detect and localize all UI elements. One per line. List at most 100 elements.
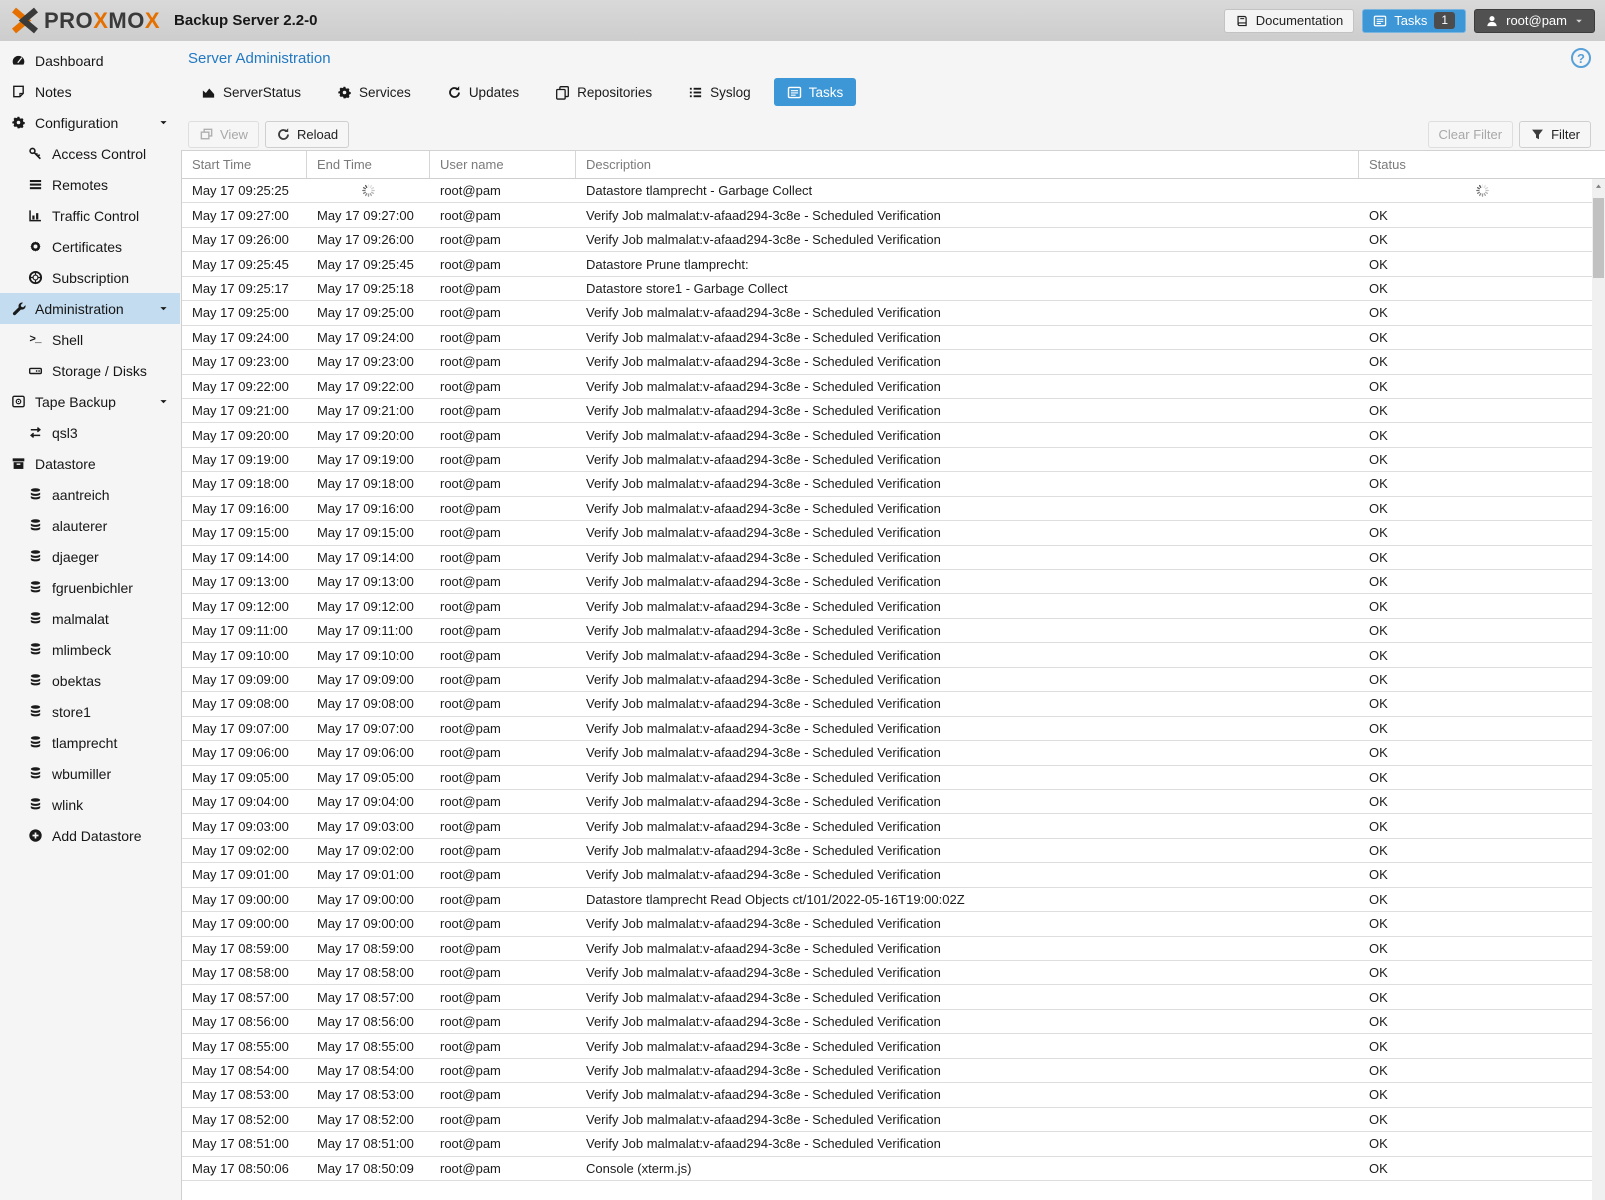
table-row[interactable]: May 17 09:02:00 May 17 09:02:00 root@pam Ve… — [182, 839, 1605, 864]
sidebar-item-dashboard[interactable]: Dashboard — [0, 45, 180, 76]
table-row[interactable]: May 17 08:58:00 May 17 08:58:00 root@pam Ve… — [182, 961, 1605, 986]
table-row[interactable]: May 17 09:22:00 May 17 09:22:00 root@pam Ve… — [182, 375, 1605, 399]
table-row[interactable]: May 17 09:12:00 May 17 09:12:00 root@pam Ve… — [182, 594, 1605, 619]
column-header-end-time[interactable]: End Time — [307, 151, 430, 178]
cell-description: Verify Job malmalat:v-afaad294-3c8e - Sc… — [586, 916, 941, 932]
sidebar-item-store1[interactable]: store1 — [0, 696, 180, 727]
sidebar-item-traffic-control[interactable]: Traffic Control — [0, 200, 180, 231]
sidebar-item-configuration[interactable]: Configuration — [0, 107, 180, 138]
sidebar-item-certificates[interactable]: Certificates — [0, 231, 180, 262]
table-row[interactable]: May 17 08:51:00 May 17 08:51:00 root@pam Ve… — [182, 1132, 1605, 1157]
sidebar-item-wbumiller[interactable]: wbumiller — [0, 758, 180, 789]
table-row[interactable]: May 17 09:13:00 May 17 09:13:00 root@pam Ve… — [182, 570, 1605, 595]
cell-user-name: root@pam — [440, 329, 501, 345]
column-header-description[interactable]: Description — [576, 151, 1359, 178]
table-row[interactable]: May 17 08:53:00 May 17 08:53:00 root@pam Ve… — [182, 1083, 1605, 1108]
help-button[interactable]: ? — [1571, 48, 1591, 68]
table-row[interactable]: May 17 08:54:00 May 17 08:54:00 root@pam Ve… — [182, 1059, 1605, 1084]
table-row[interactable]: May 17 09:08:00 May 17 09:08:00 root@pam Ve… — [182, 692, 1605, 717]
sidebar-item-label: Access Control — [52, 145, 147, 162]
table-row[interactable]: May 17 08:56:00 May 17 08:56:00 root@pam Ve… — [182, 1010, 1605, 1035]
table-row[interactable]: May 17 08:57:00 May 17 08:57:00 root@pam Ve… — [182, 985, 1605, 1010]
table-row[interactable]: May 17 09:20:00 May 17 09:20:00 root@pam Ve… — [182, 423, 1605, 448]
sidebar-item-tlamprecht[interactable]: tlamprecht — [0, 727, 180, 758]
tasks-button[interactable]: Tasks 1 — [1362, 8, 1467, 33]
vertical-scrollbar[interactable] — [1592, 179, 1605, 1200]
filter-button[interactable]: Filter — [1519, 121, 1591, 148]
column-header-start-time[interactable]: Start Time — [182, 151, 307, 178]
tab-services[interactable]: Services — [324, 78, 424, 106]
chevron-down-icon[interactable] — [153, 303, 173, 314]
cell-status: OK — [1369, 1014, 1388, 1030]
table-row[interactable]: May 17 09:24:00 May 17 09:24:00 root@pam Ve… — [182, 326, 1605, 351]
view-button[interactable]: View — [188, 121, 259, 148]
tab-updates[interactable]: Updates — [434, 78, 532, 106]
tab-repositories[interactable]: Repositories — [542, 78, 665, 106]
table-row[interactable]: May 17 09:23:00 May 17 09:23:00 root@pam Ve… — [182, 350, 1605, 375]
table-row[interactable]: May 17 09:04:00 May 17 09:04:00 root@pam Ve… — [182, 790, 1605, 815]
sidebar-item-mlimbeck[interactable]: mlimbeck — [0, 634, 180, 665]
table-row[interactable]: May 17 08:50:06 May 17 08:50:09 root@pam Co… — [182, 1157, 1605, 1181]
table-row[interactable]: May 17 09:25:45 May 17 09:25:45 root@pam Da… — [182, 252, 1605, 277]
table-row[interactable]: May 17 08:55:00 May 17 08:55:00 root@pam Ve… — [182, 1034, 1605, 1059]
sidebar-item-access-control[interactable]: Access Control — [0, 138, 180, 169]
cell-user-name: root@pam — [440, 891, 501, 907]
table-row[interactable]: May 17 09:27:00 May 17 09:27:00 root@pam Ve… — [182, 203, 1605, 228]
sidebar-item-datastore[interactable]: Datastore — [0, 448, 180, 479]
user-menu-button[interactable]: root@pam — [1474, 8, 1595, 33]
tab-syslog[interactable]: Syslog — [675, 78, 764, 106]
table-row[interactable]: May 17 09:01:00 May 17 09:01:00 root@pam Ve… — [182, 863, 1605, 888]
table-row[interactable]: May 17 09:05:00 May 17 09:05:00 root@pam Ve… — [182, 766, 1605, 790]
cell-start-time: May 17 09:10:00 — [192, 647, 289, 663]
table-row[interactable]: May 17 09:06:00 May 17 09:06:00 root@pam Ve… — [182, 741, 1605, 766]
sidebar-item-storage-disks[interactable]: Storage / Disks — [0, 355, 180, 386]
table-row[interactable]: May 17 09:00:00 May 17 09:00:00 root@pam Ve… — [182, 912, 1605, 937]
sidebar-item-shell[interactable]: >_ Shell — [0, 324, 180, 355]
sidebar-item-subscription[interactable]: Subscription — [0, 262, 180, 293]
table-row[interactable]: May 17 09:25:25 root@pam Datastore tlampre… — [182, 179, 1605, 204]
column-header-status[interactable]: Status — [1359, 151, 1605, 178]
sidebar-item-remotes[interactable]: Remotes — [0, 169, 180, 200]
table-row[interactable]: May 17 09:18:00 May 17 09:18:00 root@pam Ve… — [182, 472, 1605, 497]
scroll-up-arrow-icon[interactable] — [1592, 179, 1605, 194]
documentation-button[interactable]: Documentation — [1223, 8, 1355, 33]
sidebar-item-wlink[interactable]: wlink — [0, 789, 180, 820]
table-row[interactable]: May 17 09:07:00 May 17 09:07:00 root@pam Ve… — [182, 717, 1605, 742]
sidebar-item-obektas[interactable]: obektas — [0, 665, 180, 696]
table-row[interactable]: May 17 09:19:00 May 17 09:19:00 root@pam Ve… — [182, 448, 1605, 473]
sidebar-item-malmalat[interactable]: malmalat — [0, 603, 180, 634]
table-row[interactable]: May 17 09:15:00 May 17 09:15:00 root@pam Ve… — [182, 521, 1605, 546]
table-row[interactable]: May 17 09:25:00 May 17 09:25:00 root@pam Ve… — [182, 301, 1605, 326]
table-row[interactable]: May 17 09:00:00 May 17 09:00:00 root@pam Da… — [182, 888, 1605, 913]
database-icon — [25, 704, 45, 719]
table-row[interactable]: May 17 08:59:00 May 17 08:59:00 root@pam Ve… — [182, 937, 1605, 961]
table-row[interactable]: May 17 09:09:00 May 17 09:09:00 root@pam Ve… — [182, 668, 1605, 693]
tab-tasks[interactable]: Tasks — [773, 78, 857, 106]
sidebar-item-tape-backup[interactable]: Tape Backup — [0, 386, 180, 417]
table-row[interactable]: May 17 08:52:00 May 17 08:52:00 root@pam Ve… — [182, 1108, 1605, 1133]
cell-end-time: May 17 09:15:00 — [317, 525, 414, 541]
table-row[interactable]: May 17 09:25:17 May 17 09:25:18 root@pam Da… — [182, 277, 1605, 302]
table-row[interactable]: May 17 09:21:00 May 17 09:21:00 root@pam Ve… — [182, 399, 1605, 424]
column-header-user-name[interactable]: User name — [430, 151, 576, 178]
table-row[interactable]: May 17 09:10:00 May 17 09:10:00 root@pam Ve… — [182, 643, 1605, 668]
table-row[interactable]: May 17 09:16:00 May 17 09:16:00 root@pam Ve… — [182, 497, 1605, 522]
tab-serverstatus[interactable]: ServerStatus — [188, 78, 314, 106]
chevron-down-icon[interactable] — [153, 117, 173, 128]
table-row[interactable]: May 17 09:26:00 May 17 09:26:00 root@pam Ve… — [182, 228, 1605, 253]
clear-filter-button[interactable]: Clear Filter — [1427, 121, 1514, 148]
sidebar-item-alauterer[interactable]: alauterer — [0, 510, 180, 541]
sidebar-item-djaeger[interactable]: djaeger — [0, 541, 180, 572]
scrollbar-thumb[interactable] — [1593, 198, 1604, 278]
table-row[interactable]: May 17 09:14:00 May 17 09:14:00 root@pam Ve… — [182, 546, 1605, 570]
reload-button[interactable]: Reload — [264, 121, 350, 148]
sidebar-item-add-datastore[interactable]: Add Datastore — [0, 820, 180, 851]
sidebar-item-notes[interactable]: Notes — [0, 76, 180, 107]
chevron-down-icon[interactable] — [153, 396, 173, 407]
sidebar-item-fgruenbichler[interactable]: fgruenbichler — [0, 572, 180, 603]
sidebar-item-qsl3[interactable]: qsl3 — [0, 417, 180, 448]
sidebar-item-aantreich[interactable]: aantreich — [0, 479, 180, 510]
table-row[interactable]: May 17 09:11:00 May 17 09:11:00 root@pam Ve… — [182, 619, 1605, 644]
table-row[interactable]: May 17 09:03:00 May 17 09:03:00 root@pam Ve… — [182, 814, 1605, 839]
sidebar-item-administration[interactable]: Administration — [0, 293, 180, 324]
